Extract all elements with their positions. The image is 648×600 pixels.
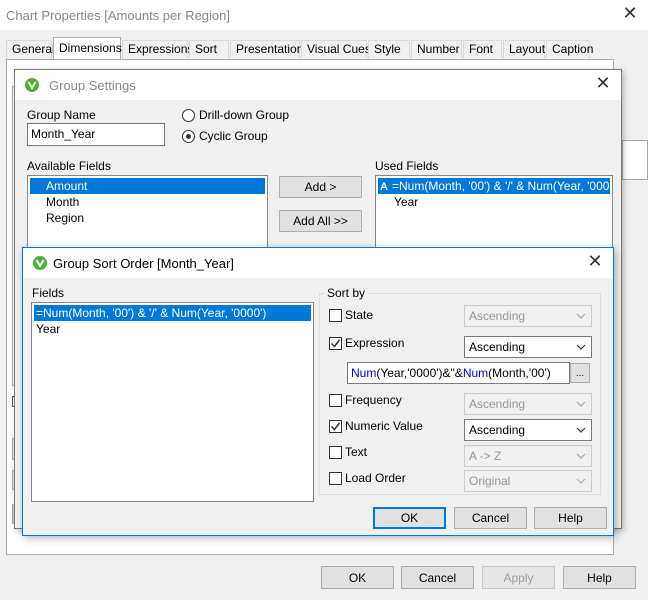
apply-button[interactable]: Apply — [482, 566, 555, 589]
cyclic-radio[interactable] — [182, 130, 195, 143]
used-fields-label: Used Fields — [375, 159, 439, 173]
tab-style[interactable]: Style — [368, 40, 410, 59]
tab-presentation[interactable]: Presentation — [230, 40, 303, 59]
load-order-sort-dropdown[interactable]: Original — [464, 470, 592, 492]
sort-cancel-button[interactable]: Cancel — [454, 507, 527, 529]
close-icon[interactable]: ✕ — [620, 4, 640, 24]
sort-dialog-title: Group Sort Order [Month_Year] — [53, 255, 234, 271]
qlikview-icon — [25, 78, 39, 92]
load-order-checkbox[interactable] — [329, 472, 342, 485]
numeric-sort-dropdown[interactable]: Ascending — [464, 419, 592, 441]
expr-function: Num — [351, 366, 377, 380]
tab-dimensions[interactable]: Dimensions — [53, 37, 122, 60]
expression-checkbox[interactable] — [329, 337, 342, 350]
ok-button[interactable]: OK — [321, 566, 394, 589]
text-sort-dropdown[interactable]: A -> Z — [464, 445, 592, 467]
expression-field-icon: A — [380, 181, 388, 193]
sort-dialog-titlebar: Group Sort Order [Month_Year] ✕ — [23, 248, 613, 278]
drilldown-radio[interactable] — [182, 109, 195, 122]
edit-expression-button[interactable]: ... — [570, 363, 590, 383]
chevron-down-icon — [576, 313, 586, 319]
sort-by-label: Sort by — [325, 286, 368, 300]
drilldown-label: Drill-down Group — [199, 108, 290, 122]
load-order-sort-value: Original — [469, 474, 511, 488]
available-fields-list[interactable]: Amount Month Region — [27, 175, 268, 255]
list-item[interactable]: Region — [30, 210, 265, 226]
group-sort-order-window: Group Sort Order [Month_Year] ✕ Fields =… — [22, 247, 614, 536]
tab-visual-cues[interactable]: Visual Cues — [301, 40, 371, 59]
expr-argument: (Month,'00') — [488, 366, 551, 380]
list-item[interactable]: =Num(Month, '00') & '/' & Num(Year, '000… — [34, 305, 311, 321]
cancel-button[interactable]: Cancel — [401, 566, 474, 589]
qlikview-icon — [33, 256, 47, 270]
list-item[interactable]: Year — [378, 194, 610, 210]
chart-properties-titlebar: Chart Properties [Amounts per Region] ✕ — [0, 0, 648, 30]
state-sort-value: Ascending — [469, 309, 526, 323]
frequency-checkbox[interactable] — [329, 394, 342, 407]
numeric-value-label: Numeric Value — [345, 419, 423, 433]
tab-layout[interactable]: Layout — [503, 40, 545, 59]
tab-caption[interactable]: Caption — [546, 40, 593, 59]
list-item[interactable]: A =Num(Month, '00') & '/' & Num(Year, '00… — [378, 178, 610, 194]
sort-ok-button[interactable]: OK — [373, 507, 446, 529]
list-item[interactable]: Year — [34, 321, 311, 337]
list-item[interactable]: Amount — [30, 178, 265, 194]
checkmark-icon — [330, 422, 341, 431]
text-sort-value: A -> Z — [469, 449, 502, 463]
sort-expression-field[interactable]: Num(Year,'0000')&"&Num(Month,'00') — [347, 362, 570, 384]
tab-expressions[interactable]: Expressions — [122, 40, 193, 59]
checkmark-icon — [330, 339, 341, 348]
group-name-label: Group Name — [27, 108, 96, 122]
used-field-expression: =Num(Month, '00') & '/' & Num(Year, '000… — [392, 179, 610, 193]
sort-help-button[interactable]: Help — [534, 507, 607, 529]
close-icon[interactable]: ✕ — [585, 252, 605, 272]
expr-argument: (Year,'0000')&"& — [376, 366, 463, 380]
frequency-label: Frequency — [345, 393, 402, 407]
state-checkbox[interactable] — [329, 309, 342, 322]
group-name-field[interactable]: Month_Year — [27, 123, 165, 146]
add-all-button[interactable]: Add All >> — [279, 210, 362, 232]
available-fields-label: Available Fields — [27, 159, 111, 173]
numeric-sort-value: Ascending — [469, 423, 526, 437]
background-right-edge — [622, 140, 648, 180]
fields-label: Fields — [32, 286, 65, 300]
chevron-down-icon — [576, 401, 586, 407]
expression-sort-value: Ascending — [469, 340, 526, 354]
expression-sort-dropdown[interactable]: Ascending — [464, 336, 592, 358]
tab-general[interactable]: General — [6, 40, 55, 59]
numeric-value-checkbox[interactable] — [329, 420, 342, 433]
state-sort-dropdown[interactable]: Ascending — [464, 305, 592, 327]
sort-fields-list[interactable]: =Num(Month, '00') & '/' & Num(Year, '000… — [31, 302, 314, 502]
chart-properties-title: Chart Properties [Amounts per Region] — [6, 7, 230, 23]
expr-function: Num — [462, 366, 489, 380]
cyclic-label: Cyclic Group — [199, 129, 268, 143]
load-order-label: Load Order — [345, 471, 406, 485]
tab-sort[interactable]: Sort — [189, 40, 229, 59]
help-button[interactable]: Help — [563, 566, 636, 589]
tab-number[interactable]: Number — [411, 40, 462, 59]
chevron-down-icon — [576, 478, 586, 484]
frequency-sort-value: Ascending — [469, 397, 526, 411]
text-label: Text — [345, 445, 368, 459]
expression-label: Expression — [345, 336, 405, 350]
chevron-down-icon — [576, 427, 586, 433]
chevron-down-icon — [576, 344, 586, 350]
close-icon[interactable]: ✕ — [593, 74, 613, 94]
add-button[interactable]: Add > — [279, 176, 362, 198]
chevron-down-icon — [576, 453, 586, 459]
text-checkbox[interactable] — [329, 446, 342, 459]
frequency-sort-dropdown[interactable]: Ascending — [464, 393, 592, 415]
used-fields-list[interactable]: A =Num(Month, '00') & '/' & Num(Year, '00… — [375, 175, 613, 255]
state-label: State — [345, 308, 374, 322]
tab-font[interactable]: Font — [463, 40, 502, 59]
list-item[interactable]: Month — [30, 194, 265, 210]
group-settings-titlebar: Group Settings ✕ — [15, 70, 621, 100]
